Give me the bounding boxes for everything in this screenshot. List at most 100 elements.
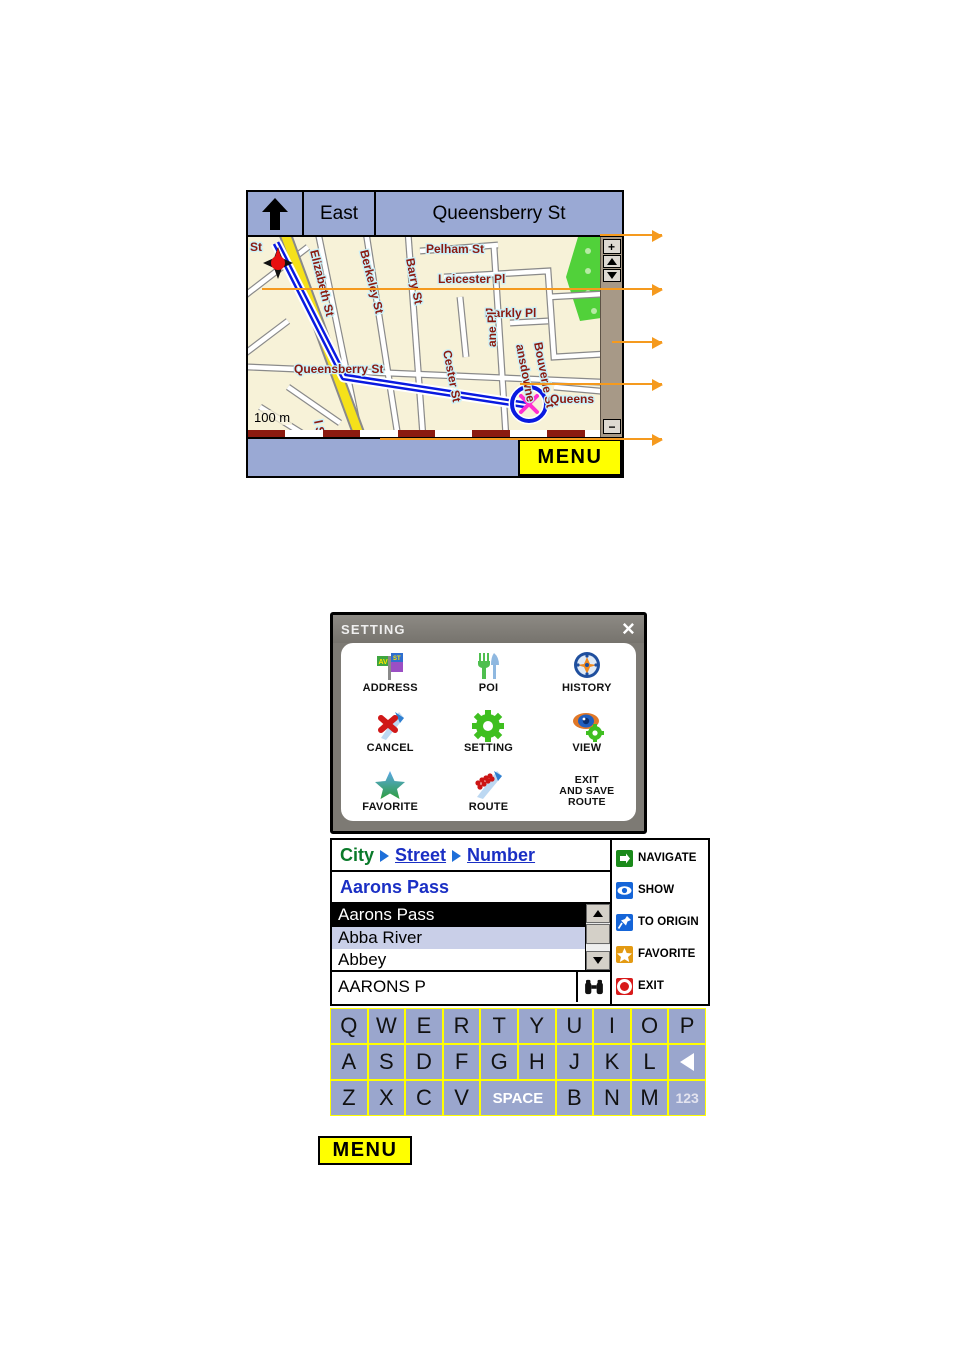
action-navigate[interactable]: NAVIGATE: [616, 849, 708, 867]
setting-item-favorite[interactable]: FAVORITE: [341, 769, 439, 814]
key-I[interactable]: I: [593, 1008, 631, 1044]
callout-map-line-1: [262, 288, 624, 290]
svg-text:ST: ST: [393, 656, 401, 662]
backspace-icon[interactable]: [668, 1044, 706, 1080]
key-D[interactable]: D: [405, 1044, 443, 1080]
setting-item-label: SETTING: [463, 741, 514, 754]
list-item[interactable]: Aarons Pass: [332, 904, 585, 927]
key-B[interactable]: B: [555, 1080, 594, 1116]
key-E[interactable]: E: [405, 1008, 443, 1044]
fork-knife-icon: [471, 650, 505, 682]
setting-item-poi[interactable]: POI: [439, 650, 537, 695]
setting-item-label: VIEW: [572, 741, 602, 754]
key-Z[interactable]: Z: [330, 1080, 368, 1116]
key-A[interactable]: A: [330, 1044, 368, 1080]
key-R[interactable]: R: [442, 1008, 481, 1044]
breadcrumb-number[interactable]: Number: [467, 845, 535, 866]
zoom-out-button[interactable]: −: [603, 419, 621, 434]
key-J[interactable]: J: [555, 1044, 594, 1080]
key-Q[interactable]: Q: [330, 1008, 368, 1044]
key-space[interactable]: SPACE: [480, 1080, 556, 1116]
scroll-up-button[interactable]: [586, 904, 610, 923]
action-label: TO ORIGIN: [638, 916, 699, 928]
bottom-menu-button[interactable]: MENU: [318, 1136, 412, 1165]
key-P[interactable]: P: [668, 1008, 706, 1044]
key-U[interactable]: U: [555, 1008, 594, 1044]
action-to-origin[interactable]: TO ORIGIN: [616, 913, 708, 931]
key-X[interactable]: X: [367, 1080, 406, 1116]
setting-item-history[interactable]: HISTORY: [538, 650, 636, 695]
breadcrumb-city[interactable]: City: [340, 845, 374, 866]
setting-item-address[interactable]: AVE ST ADDRESS: [341, 650, 439, 695]
zoom-in-button[interactable]: +: [602, 239, 621, 254]
scale-label: 100 m: [252, 410, 293, 425]
result-items: Aarons Pass Abba River Abbey: [332, 904, 585, 970]
scroll-up-button[interactable]: [602, 255, 621, 268]
key-V[interactable]: V: [442, 1080, 481, 1116]
scroll-down-button[interactable]: [602, 269, 621, 282]
setting-item-label: ADDRESS: [362, 682, 418, 695]
key-H[interactable]: H: [517, 1044, 556, 1080]
breadcrumb-street[interactable]: Street: [395, 845, 446, 866]
key-K[interactable]: K: [593, 1044, 631, 1080]
key-M[interactable]: M: [630, 1080, 669, 1116]
red-cross-icon: [373, 710, 407, 742]
action-favorite[interactable]: FAVORITE: [616, 945, 708, 963]
route-dots-icon: [471, 769, 505, 801]
key-N[interactable]: N: [593, 1080, 631, 1116]
setting-item-cancel[interactable]: CANCEL: [341, 710, 439, 755]
result-scrollbar[interactable]: [585, 904, 610, 970]
search-input-row[interactable]: AARONS P: [332, 972, 610, 1002]
key-Y[interactable]: Y: [517, 1008, 556, 1044]
key-S[interactable]: S: [367, 1044, 406, 1080]
star-icon: [373, 769, 407, 801]
compass-clock-icon: [570, 650, 604, 682]
key-C[interactable]: C: [405, 1080, 443, 1116]
map-viewport[interactable]: St Elizabeth St Berkeley St Barry St Pel…: [248, 237, 622, 437]
action-buttons-panel: NAVIGATE SHOW TO ORIGIN FAVORITE EXIT: [612, 838, 710, 1006]
map-footer: MENU: [248, 437, 622, 476]
direction-label: East: [304, 192, 376, 235]
setting-title-label: SETTING: [341, 621, 406, 637]
setting-item-label: ROUTE: [468, 801, 509, 814]
eye-icon: [616, 881, 633, 899]
zoom-slider-rail[interactable]: + −: [600, 237, 622, 437]
result-list[interactable]: Aarons Pass Abba River Abbey: [332, 904, 610, 972]
up-arrow-icon: [262, 197, 288, 230]
key-W[interactable]: W: [367, 1008, 406, 1044]
setting-item-view[interactable]: VIEW: [538, 710, 636, 755]
callout-destination: [612, 379, 663, 391]
callout-rail: [612, 337, 663, 349]
key-F[interactable]: F: [442, 1044, 481, 1080]
onscreen-keyboard[interactable]: Q W E R T Y U I O P A S D F G H J K L Z …: [330, 1008, 706, 1118]
action-exit[interactable]: EXIT: [616, 977, 708, 995]
setting-item-exit-save-route[interactable]: EXIT AND SAVE ROUTE: [538, 774, 636, 808]
eye-gear-icon: [570, 710, 604, 742]
scroll-down-button[interactable]: [586, 951, 610, 970]
direction-arrow-cell: [248, 192, 304, 235]
setting-item-setting[interactable]: SETTING: [439, 709, 537, 755]
scrollbar-thumb[interactable]: [586, 924, 610, 944]
action-label: FAVORITE: [638, 948, 696, 960]
key-numeric-toggle[interactable]: 123: [668, 1080, 706, 1116]
setting-item-label: CANCEL: [366, 741, 414, 754]
key-G[interactable]: G: [480, 1044, 518, 1080]
key-O[interactable]: O: [630, 1008, 669, 1044]
address-search-panel: City Street Number Aarons Pass Aarons Pa…: [330, 838, 612, 1006]
map-header: East Queensberry St: [248, 192, 622, 237]
map-menu-button[interactable]: MENU: [518, 439, 622, 476]
setting-panel: SETTING × AVE ST ADDRESS POI HISTORY CAN…: [330, 612, 647, 834]
key-T[interactable]: T: [480, 1008, 518, 1044]
action-show[interactable]: SHOW: [616, 881, 708, 899]
close-icon[interactable]: ×: [622, 618, 636, 640]
callout-scroll: [612, 284, 663, 296]
list-item[interactable]: Abba River: [332, 926, 585, 950]
setting-item-route[interactable]: ROUTE: [439, 769, 537, 814]
svg-text:Queens: Queens: [550, 392, 594, 406]
list-item[interactable]: Abbey: [332, 949, 585, 972]
key-L[interactable]: L: [630, 1044, 669, 1080]
search-input[interactable]: AARONS P: [332, 977, 576, 997]
binoculars-icon[interactable]: [576, 972, 610, 1002]
setting-item-label: HISTORY: [561, 682, 612, 695]
star-icon: [616, 945, 633, 963]
